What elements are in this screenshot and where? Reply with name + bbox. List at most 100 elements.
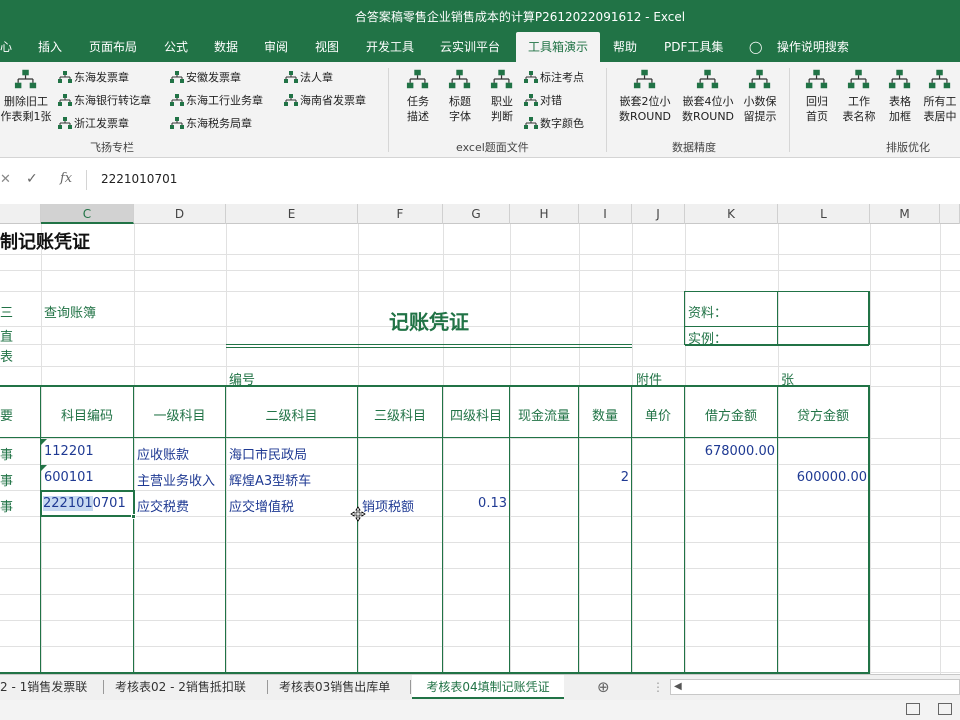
tab-home[interactable]: 心 (0, 32, 12, 62)
stamp-donghai-invoice[interactable]: 东海发票章 (58, 68, 129, 88)
round-4-button[interactable]: 嵌套4位小 数ROUND (677, 66, 739, 124)
column-header-g[interactable]: G (443, 204, 510, 224)
table-border (40, 385, 41, 674)
column-header-f[interactable]: F (358, 204, 443, 224)
org-chart-icon (58, 117, 72, 129)
account-code-editing[interactable]: 2221010701 (43, 496, 126, 511)
add-border-button[interactable]: 表格 加框 (882, 66, 918, 124)
button-label: 字体 (449, 110, 471, 123)
title-font-button[interactable]: 标题 字体 (440, 66, 480, 124)
column-header-l[interactable]: L (778, 204, 870, 224)
table-border (0, 385, 870, 387)
page-layout-view-icon[interactable] (938, 703, 952, 715)
column-header-c[interactable]: C (41, 204, 134, 224)
column-header-n[interactable] (940, 204, 960, 224)
tab-formulas[interactable]: 公式 (164, 32, 188, 62)
decimal-hint-button[interactable]: 小数保 留提示 (740, 66, 780, 124)
column-header-j[interactable]: J (632, 204, 685, 224)
table-header: 借方金额 (704, 409, 757, 424)
table-header: 科目编码 (60, 409, 113, 424)
delete-old-sheets-button[interactable]: 删除旧工 作表剩1张 (0, 66, 52, 124)
right-wrong[interactable]: 对错 (524, 91, 562, 111)
level1-account-cell[interactable]: 主营业务收入 (137, 470, 215, 489)
number-color[interactable]: 数字颜色 (524, 114, 584, 134)
stamp-donghai-tax[interactable]: 东海税务局章 (170, 114, 252, 134)
scroll-left-icon[interactable]: ◀ (674, 680, 682, 694)
career-judgment-button[interactable]: 职业 判断 (482, 66, 522, 124)
tab-toolbox-demo[interactable]: 工具箱演示 (516, 32, 600, 62)
sheet-tab[interactable]: 考核表03销售出库单 (279, 675, 390, 699)
tab-review[interactable]: 审阅 (264, 32, 288, 62)
tab-developer[interactable]: 开发工具 (366, 32, 414, 62)
stamp-donghai-icbc[interactable]: 东海工行业务章 (170, 91, 263, 111)
level1-account-cell[interactable]: 应交税费 (137, 496, 189, 515)
account-code-cell[interactable]: 600101 (44, 470, 94, 485)
quantity-cell[interactable]: 2 (579, 470, 629, 485)
info-label: 实例： (688, 332, 728, 347)
task-description-button[interactable]: 任务 描述 (398, 66, 438, 124)
fill-handle[interactable] (131, 514, 136, 519)
selected-text: 222101 (43, 496, 93, 511)
tab-pdf-tools[interactable]: PDF工具集 (664, 32, 723, 62)
gridline (0, 270, 960, 271)
gridline (0, 594, 960, 595)
group-divider (789, 68, 790, 152)
sheet-tab[interactable]: 2 - 1销售发票联 (0, 675, 87, 699)
back-home-button[interactable]: 回归 首页 (798, 66, 836, 124)
account-code-cell[interactable]: 112201 (44, 444, 94, 459)
column-header-i[interactable]: I (579, 204, 632, 224)
org-chart-icon (928, 69, 951, 89)
tab-insert[interactable]: 插入 (38, 32, 62, 62)
tell-me-search[interactable]: ◯ 操作说明搜索 (749, 32, 849, 62)
level1-account-cell[interactable]: 应收账款 (137, 444, 189, 463)
column-header-b[interactable] (0, 204, 41, 224)
check-icon[interactable]: ✓ (26, 171, 38, 187)
level2-account-cell[interactable]: 辉煌A3型轿车 (229, 470, 311, 489)
button-label: 数ROUND (618, 110, 672, 123)
level4-account-cell[interactable]: 0.13 (443, 496, 507, 511)
stamp-donghai-bank[interactable]: 东海银行转讫章 (58, 91, 151, 111)
gridline (0, 568, 960, 569)
debit-amount-cell[interactable]: 678000.00 (685, 444, 775, 459)
voucher-title: 记账凭证 (389, 310, 469, 334)
level2-account-cell[interactable]: 海口市民政局 (229, 444, 307, 463)
tab-data[interactable]: 数据 (214, 32, 238, 62)
stamp-anhui-invoice[interactable]: 安徽发票章 (170, 68, 241, 88)
tab-help[interactable]: 帮助 (613, 32, 637, 62)
cancel-icon[interactable]: ✕ (0, 172, 11, 187)
item-label: 海南省发票章 (300, 94, 366, 107)
sheet-name-button[interactable]: 工作 表名称 (838, 66, 880, 124)
column-header-m[interactable]: M (870, 204, 940, 224)
button-label: 标题 (449, 95, 471, 108)
stamp-zhejiang-invoice[interactable]: 浙江发票章 (58, 114, 129, 134)
credit-amount-cell[interactable]: 600000.00 (778, 470, 867, 485)
round-2-button[interactable]: 嵌套2位小 数ROUND (614, 66, 676, 124)
column-header-e[interactable]: E (226, 204, 358, 224)
org-chart-icon (170, 117, 184, 129)
center-all-button[interactable]: 所有工 表居中 (920, 66, 960, 124)
formula-input[interactable]: 2221010701 (101, 172, 177, 186)
normal-view-icon[interactable] (906, 703, 920, 715)
tab-page-layout[interactable]: 页面布局 (89, 32, 137, 62)
column-header-k[interactable]: K (685, 204, 778, 224)
function-icon[interactable]: fx (60, 171, 72, 186)
gridline (0, 254, 960, 255)
column-header-h[interactable]: H (510, 204, 579, 224)
button-label: 留提示 (743, 110, 777, 123)
stamp-hainan-invoice[interactable]: 海南省发票章 (284, 91, 366, 111)
add-sheet-icon[interactable]: ⊕ (597, 675, 610, 699)
level3-account-cell[interactable]: 销项税额 (362, 496, 414, 515)
sheet-tab[interactable]: 考核表02 - 2销售抵扣联 (115, 675, 246, 699)
horizontal-scrollbar[interactable]: ◀ (670, 679, 960, 695)
gridline (0, 646, 960, 647)
table-header: 三级科目 (373, 409, 426, 424)
stamp-legal-person[interactable]: 法人章 (284, 68, 333, 88)
button-label: 描述 (407, 110, 429, 123)
tab-view[interactable]: 视图 (315, 32, 339, 62)
mark-exam-point[interactable]: 标注考点 (524, 68, 584, 88)
tab-cloud-training[interactable]: 云实训平台 (440, 32, 500, 62)
column-header-d[interactable]: D (134, 204, 226, 224)
level2-account-cell[interactable]: 应交增值税 (229, 496, 294, 515)
sheet-tab-active[interactable]: 考核表04填制记账凭证 (412, 675, 564, 699)
worksheet-grid[interactable]: C D E F G H I J K L M 制记账凭证 三 直 表 查询账簿 记… (0, 204, 960, 674)
